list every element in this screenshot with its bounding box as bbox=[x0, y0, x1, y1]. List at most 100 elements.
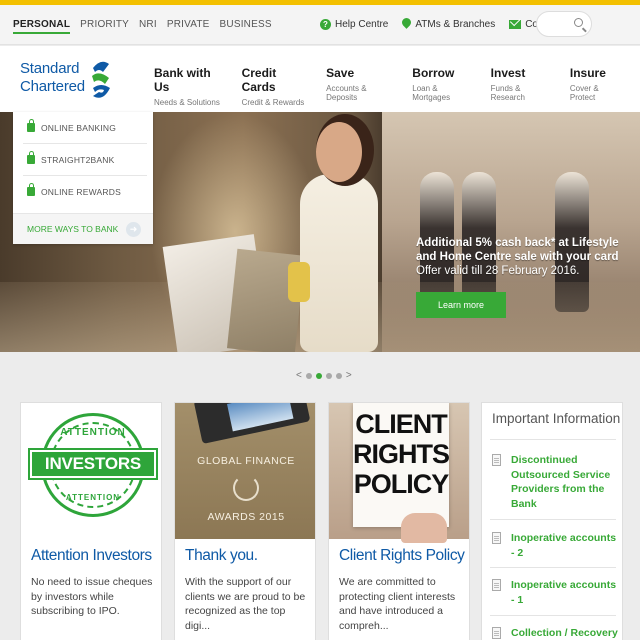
stamp-main-text: INVESTORS bbox=[28, 448, 158, 480]
card-text: With the support of our clients we are p… bbox=[185, 576, 306, 632]
location-pin-icon bbox=[402, 18, 411, 30]
nav-subtitle: Credit & Rewards bbox=[241, 98, 305, 107]
card-image: ATTENTION INVESTORS ATTENTION bbox=[21, 403, 161, 539]
main-header: Standard Chartered Bank with Us Needs & … bbox=[0, 46, 640, 112]
help-centre-link[interactable]: ? Help Centre bbox=[320, 18, 389, 30]
important-information-panel: Important Information Discontinued Outso… bbox=[481, 402, 623, 640]
nav-title: Save bbox=[326, 66, 355, 80]
menu-item-label: ONLINE REWARDS bbox=[41, 186, 121, 197]
nav-subtitle: Funds & Research bbox=[490, 84, 525, 102]
document-icon bbox=[492, 532, 501, 544]
nav-title: Borrow bbox=[412, 66, 455, 80]
menu-item-online-rewards[interactable]: ONLINE REWARDS bbox=[13, 176, 153, 207]
hand-image bbox=[401, 513, 447, 543]
carousel-dot[interactable] bbox=[335, 372, 342, 379]
nav-title: Insure bbox=[569, 66, 606, 80]
info-item-link[interactable]: Inoperative accounts - 1 bbox=[511, 578, 619, 607]
menu-item-online-banking[interactable]: ONLINE BANKING bbox=[13, 112, 153, 143]
card-image: GLOBAL FINANCE AWARDS 2015 bbox=[175, 403, 315, 539]
investors-stamp: ATTENTION INVESTORS ATTENTION bbox=[28, 413, 158, 517]
logo-mark-icon bbox=[92, 61, 110, 98]
card-title[interactable]: Thank you. bbox=[185, 547, 258, 565]
more-ways-label: MORE WAYS TO BANK bbox=[27, 224, 119, 234]
carousel-dot[interactable] bbox=[325, 372, 332, 379]
segment-nri[interactable]: NRI bbox=[139, 19, 157, 34]
nav-bank-with-us[interactable]: Bank with Us Needs & Solutions bbox=[154, 66, 224, 107]
card-thank-you[interactable]: GLOBAL FINANCE AWARDS 2015 Thank you. Wi… bbox=[174, 402, 316, 640]
atms-branches-label: ATMs & Branches bbox=[415, 18, 496, 30]
carousel-dot-active[interactable] bbox=[315, 372, 322, 379]
lock-icon bbox=[27, 119, 35, 132]
policy-word: CLIENT bbox=[355, 409, 448, 439]
top-utility-bar: PERSONAL PRIORITY NRI PRIVATE BUSINESS ?… bbox=[0, 5, 640, 45]
carousel-pager: < > bbox=[296, 370, 352, 381]
card-title[interactable]: Client Rights Policy bbox=[339, 547, 465, 565]
more-ways-to-bank-link[interactable]: MORE WAYS TO BANK ➜ bbox=[13, 213, 153, 244]
search-input[interactable] bbox=[536, 11, 592, 37]
help-icon: ? bbox=[320, 18, 331, 30]
nav-title: Bank with Us bbox=[154, 66, 211, 94]
nav-credit-cards[interactable]: Credit Cards Credit & Rewards bbox=[242, 66, 309, 107]
nav-invest[interactable]: Invest Funds & Research bbox=[491, 66, 552, 107]
nav-insure[interactable]: Insure Cover & Protect bbox=[570, 66, 622, 107]
policy-paper: CLIENT RIGHTS POLICY bbox=[353, 403, 450, 527]
carousel-next-button[interactable]: > bbox=[346, 370, 352, 381]
card-title[interactable]: Attention Investors bbox=[31, 547, 152, 565]
menu-item-label: ONLINE BANKING bbox=[41, 122, 117, 133]
online-banking-menu: ONLINE BANKING STRAIGHT2BANK ONLINE REWA… bbox=[13, 112, 153, 244]
segment-personal[interactable]: PERSONAL bbox=[13, 19, 71, 34]
segment-private[interactable]: PRIVATE bbox=[167, 19, 210, 34]
award-title-text: GLOBAL FINANCE bbox=[197, 455, 295, 467]
hero-shopper-head bbox=[316, 122, 362, 182]
nav-subtitle: Accounts & Deposits bbox=[326, 84, 367, 102]
menu-item-label: STRAIGHT2BANK bbox=[41, 154, 115, 165]
segment-priority[interactable]: PRIORITY bbox=[80, 19, 129, 34]
info-item-link[interactable]: Discontinued Outsourced Service Provider… bbox=[511, 453, 619, 511]
stamp-top-text: ATTENTION bbox=[60, 427, 126, 438]
segment-business[interactable]: BUSINESS bbox=[220, 19, 272, 34]
hero-promo-text: Additional 5% cash back* at Lifestyle an… bbox=[416, 236, 640, 278]
arrow-right-icon: ➜ bbox=[126, 222, 141, 237]
policy-word: POLICY bbox=[353, 469, 450, 499]
logo-line-1: Standard bbox=[20, 60, 80, 77]
tablet-image bbox=[193, 403, 311, 444]
hero-scarf bbox=[288, 262, 310, 302]
promo-validity: Offer valid till 28 February 2016. bbox=[416, 265, 580, 277]
card-text: No need to issue cheques by investors wh… bbox=[31, 576, 153, 617]
panel-divider bbox=[490, 519, 616, 520]
menu-item-straight2bank[interactable]: STRAIGHT2BANK bbox=[13, 144, 153, 175]
help-centre-label: Help Centre bbox=[335, 18, 389, 30]
carousel-prev-button[interactable]: < bbox=[296, 370, 302, 381]
info-item-link[interactable]: Collection / Recovery bbox=[511, 626, 619, 640]
nav-save[interactable]: Save Accounts & Deposits bbox=[326, 66, 394, 107]
award-year-text: AWARDS 2015 bbox=[207, 511, 285, 523]
lock-icon bbox=[27, 183, 35, 196]
search-icon[interactable] bbox=[574, 18, 583, 27]
panel-divider bbox=[490, 615, 616, 616]
nav-subtitle: Needs & Solutions bbox=[154, 98, 220, 107]
laurel-icon bbox=[233, 475, 259, 501]
main-nav: Bank with Us Needs & Solutions Credit Ca… bbox=[154, 66, 640, 107]
document-icon bbox=[492, 454, 501, 466]
stamp-bottom-text: ATTENTION bbox=[65, 493, 121, 502]
card-text: We are committed to protecting client in… bbox=[339, 576, 456, 632]
nav-subtitle: Loan & Mortgages bbox=[412, 84, 451, 102]
card-attention-investors[interactable]: ATTENTION INVESTORS ATTENTION Attention … bbox=[20, 402, 162, 640]
panel-divider bbox=[490, 439, 616, 440]
logo-line-2: Chartered bbox=[20, 78, 85, 95]
mail-icon bbox=[509, 19, 522, 29]
learn-more-button[interactable]: Learn more bbox=[416, 292, 506, 318]
atms-branches-link[interactable]: ATMs & Branches bbox=[402, 18, 495, 30]
brand-logo[interactable]: Standard Chartered bbox=[20, 58, 120, 102]
panel-divider bbox=[490, 567, 616, 568]
promo-headline: Additional 5% cash back* at Lifestyle an… bbox=[416, 237, 619, 263]
card-client-rights-policy[interactable]: CLIENT RIGHTS POLICY Client Rights Polic… bbox=[328, 402, 470, 640]
nav-borrow[interactable]: Borrow Loan & Mortgages bbox=[412, 66, 472, 107]
info-item-link[interactable]: Inoperative accounts - 2 bbox=[511, 531, 619, 560]
carousel-dot[interactable] bbox=[305, 372, 312, 379]
policy-word: RIGHTS bbox=[353, 439, 450, 469]
document-icon bbox=[492, 627, 501, 639]
lock-icon bbox=[27, 151, 35, 164]
card-image: CLIENT RIGHTS POLICY bbox=[329, 403, 469, 543]
nav-title: Credit Cards bbox=[241, 66, 277, 94]
